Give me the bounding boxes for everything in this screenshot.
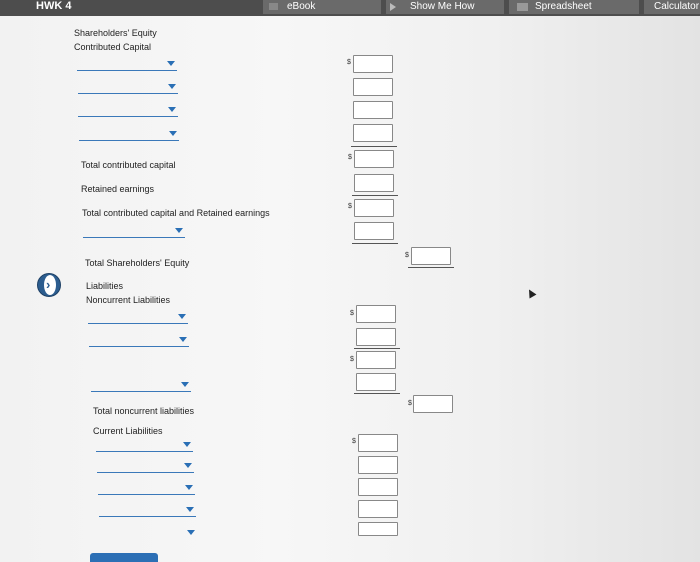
next-question-button[interactable]: › [37, 273, 61, 297]
chevron-down-icon [183, 442, 191, 447]
tab-show-me-how-label: Show Me How [410, 1, 475, 12]
subtotal-line [351, 146, 397, 147]
tab-spreadsheet[interactable]: Spreadsheet [509, 0, 639, 14]
total-noncurrent-liabilities-input[interactable] [413, 395, 453, 413]
amount-input[interactable] [353, 78, 393, 96]
amount-input[interactable] [356, 305, 396, 323]
chevron-down-icon [185, 485, 193, 490]
amount-input[interactable] [356, 328, 396, 346]
retained-earnings-input[interactable] [354, 174, 394, 192]
double-underline [408, 267, 454, 268]
chevron-down-icon [179, 337, 187, 342]
check-my-work-button[interactable] [90, 553, 158, 562]
amount-input[interactable] [354, 222, 394, 240]
currency-symbol: $ [348, 154, 352, 161]
currency-symbol: $ [352, 438, 356, 445]
currency-symbol: $ [408, 400, 412, 407]
tab-ebook[interactable]: eBook [263, 0, 381, 14]
account-select[interactable] [78, 105, 178, 117]
spreadsheet-icon [517, 3, 528, 11]
tab-ebook-label: eBook [287, 1, 316, 12]
account-select[interactable] [97, 461, 194, 473]
chevron-down-icon [168, 84, 176, 89]
chevron-down-icon [186, 507, 194, 512]
account-select[interactable] [98, 483, 195, 495]
chevron-down-icon [181, 382, 189, 387]
amount-input[interactable] [358, 434, 398, 452]
account-select[interactable] [88, 312, 188, 324]
chevron-down-icon [178, 314, 186, 319]
total-contributed-capital-input[interactable] [354, 150, 394, 168]
currency-symbol: $ [350, 356, 354, 363]
subtotal-line [352, 195, 398, 196]
total-shareholders-equity-input[interactable] [411, 247, 451, 265]
play-icon [390, 3, 396, 11]
liabilities-heading: Liabilities [86, 281, 124, 291]
top-toolbar: HWK 4 eBook Show Me How Spreadsheet Calc… [0, 0, 700, 16]
account-select[interactable] [91, 380, 191, 392]
account-select[interactable] [79, 129, 179, 141]
chevron-down-icon [169, 131, 177, 136]
amount-input[interactable] [358, 456, 398, 474]
chevron-down-icon [175, 228, 183, 233]
chevron-down-icon [168, 107, 176, 112]
amount-input[interactable] [353, 55, 393, 73]
total-shareholders-equity-label: Total Shareholders' Equity [85, 258, 190, 268]
shareholders-equity-heading: Shareholders' Equity [74, 28, 157, 38]
subtotal-line [352, 243, 398, 244]
chevron-down-icon [187, 530, 195, 535]
amount-input[interactable] [353, 101, 393, 119]
account-select[interactable] [77, 59, 177, 71]
tab-calculator-label: Calculator [654, 1, 700, 12]
currency-symbol: $ [405, 252, 409, 259]
account-select[interactable] [100, 528, 197, 540]
account-select[interactable] [96, 440, 193, 452]
account-select[interactable] [83, 226, 185, 238]
total-contributed-capital-label: Total contributed capital [81, 160, 176, 170]
account-select[interactable] [99, 505, 196, 517]
total-noncurrent-liabilities-label: Total noncurrent liabilities [93, 406, 195, 416]
total-cc-re-label: Total contributed capital and Retained e… [82, 208, 270, 218]
chevron-right-icon: › [44, 275, 56, 295]
retained-earnings-label: Retained earnings [81, 184, 155, 194]
currency-symbol: $ [347, 59, 351, 66]
tab-calculator[interactable]: Calculator [644, 0, 700, 14]
currency-symbol: $ [348, 203, 352, 210]
noncurrent-liabilities-heading: Noncurrent Liabilities [86, 295, 171, 305]
assignment-title: HWK 4 [36, 0, 72, 12]
amount-input[interactable] [353, 124, 393, 142]
chevron-down-icon [167, 61, 175, 66]
total-cc-re-input[interactable] [354, 199, 394, 217]
amount-input[interactable] [358, 500, 398, 518]
subtotal-line [354, 393, 400, 394]
ebook-icon [269, 3, 278, 10]
amount-input[interactable] [356, 351, 396, 369]
contributed-capital-heading: Contributed Capital [74, 42, 152, 52]
currency-symbol: $ [350, 310, 354, 317]
amount-input[interactable] [356, 373, 396, 391]
subtotal-line [354, 348, 400, 349]
chevron-down-icon [184, 463, 192, 468]
tab-show-me-how[interactable]: Show Me How [386, 0, 504, 14]
current-liabilities-heading: Current Liabilities [93, 426, 163, 436]
account-select[interactable] [78, 82, 178, 94]
amount-input[interactable] [358, 522, 398, 536]
amount-input[interactable] [358, 478, 398, 496]
tab-spreadsheet-label: Spreadsheet [535, 1, 592, 12]
account-select[interactable] [89, 335, 189, 347]
